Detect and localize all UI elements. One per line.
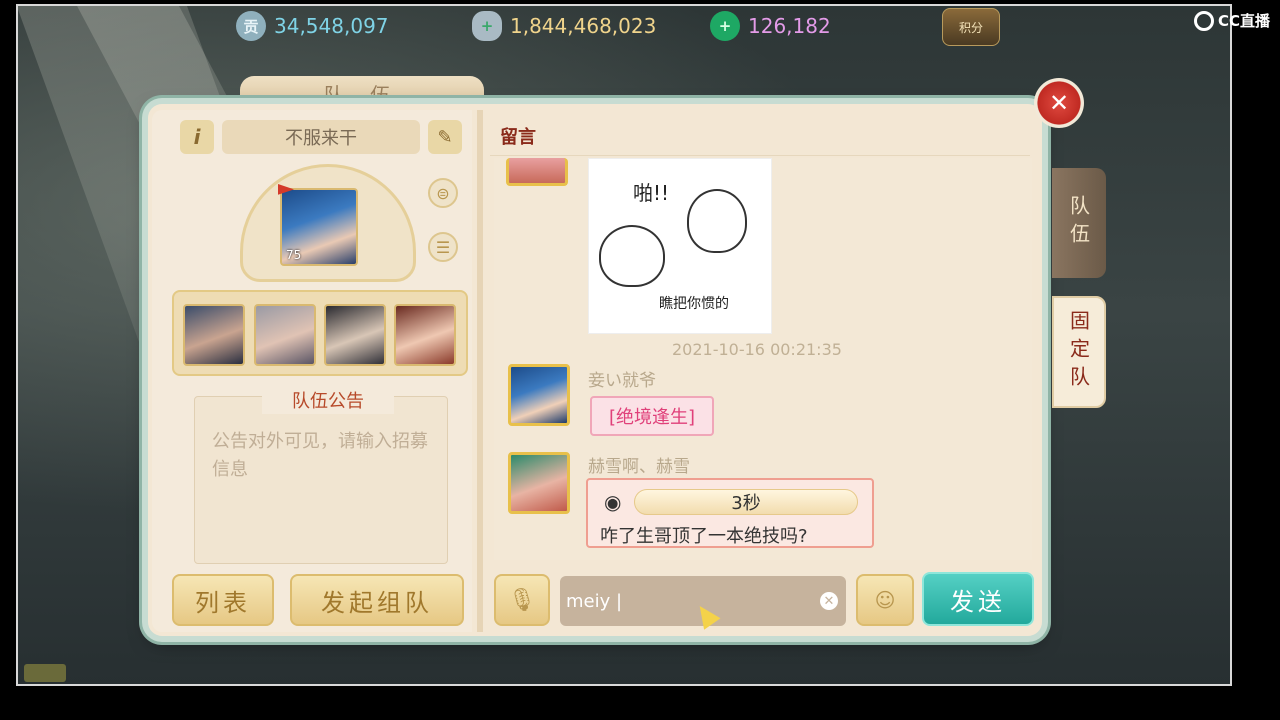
chat-header: 留言: [490, 116, 1030, 156]
notice-placeholder: 公告对外可见，请输入招募信息: [212, 431, 428, 480]
currency-jade: + 126,182: [710, 10, 831, 42]
send-button[interactable]: 发送: [922, 572, 1034, 626]
member-avatar[interactable]: [254, 304, 316, 366]
points-button[interactable]: 积分: [942, 8, 1000, 46]
cc-watermark: CC直播: [1193, 10, 1270, 31]
sticker-text-bottom: 瞧把你惯的: [659, 296, 729, 312]
message-timestamp: 2021-10-16 00:21:35: [672, 340, 842, 359]
currency-gong-value: 34,548,097: [274, 14, 389, 38]
team-name[interactable]: 不服来干: [222, 120, 420, 154]
member-avatar[interactable]: [324, 304, 386, 366]
voice-transcript: 咋了生哥顶了一本绝技吗?: [600, 526, 808, 547]
info-button[interactable]: i: [180, 120, 214, 154]
pane-divider: [477, 110, 483, 632]
chat-icon[interactable]: ⊜: [428, 178, 458, 208]
notice-title: 队伍公告: [262, 386, 394, 414]
start-team-button[interactable]: 发起组队: [290, 574, 464, 626]
silver-ingot-icon: +: [472, 11, 502, 41]
currency-silver: + 1,844,468,023: [472, 10, 656, 42]
sound-icon: ◉: [604, 490, 622, 514]
leader-avatar[interactable]: 75: [280, 188, 358, 266]
microphone-icon[interactable]: 🎙: [494, 574, 550, 626]
chat-avatar[interactable]: [508, 452, 570, 514]
member-avatar[interactable]: [394, 304, 456, 366]
chat-bubble: [绝境逢生]: [590, 396, 714, 436]
gong-coin-icon: 贡: [236, 11, 266, 41]
sticker-blob: [599, 225, 665, 287]
voice-play-bar[interactable]: 3秒: [634, 489, 858, 515]
sticker-blob: [687, 189, 747, 253]
jade-icon: +: [710, 11, 740, 41]
sticker-text-top: 啪!!: [633, 181, 670, 205]
list-button[interactable]: 列表: [172, 574, 274, 626]
close-icon[interactable]: ✕: [1034, 78, 1084, 128]
edit-icon[interactable]: ✎: [428, 120, 462, 154]
chat-avatar[interactable]: [506, 158, 568, 186]
emoji-icon[interactable]: ☺: [856, 574, 914, 626]
chat-username: 赫雪啊、赫雪: [588, 457, 690, 477]
leader-level: 75: [286, 248, 302, 262]
chat-avatar[interactable]: [508, 364, 570, 426]
currency-silver-value: 1,844,468,023: [510, 14, 657, 38]
currency-gong: 贡 34,548,097: [236, 10, 389, 42]
clear-icon[interactable]: ✕: [820, 592, 838, 610]
cc-logo-icon: [1193, 10, 1214, 31]
sticker-image: 啪!! 瞧把你惯的: [588, 158, 772, 334]
tab-fixed-team[interactable]: 固定队: [1052, 296, 1106, 408]
currency-jade-value: 126,182: [748, 14, 831, 38]
chat-username: 妾い就爷: [588, 371, 656, 391]
menu-icon[interactable]: ☰: [428, 232, 458, 262]
member-avatar[interactable]: [183, 304, 245, 366]
corner-badge: [24, 664, 66, 682]
tab-team[interactable]: 队伍: [1052, 168, 1106, 278]
voice-message-bubble[interactable]: ◉ 3秒 咋了生哥顶了一本绝技吗?: [586, 478, 874, 548]
